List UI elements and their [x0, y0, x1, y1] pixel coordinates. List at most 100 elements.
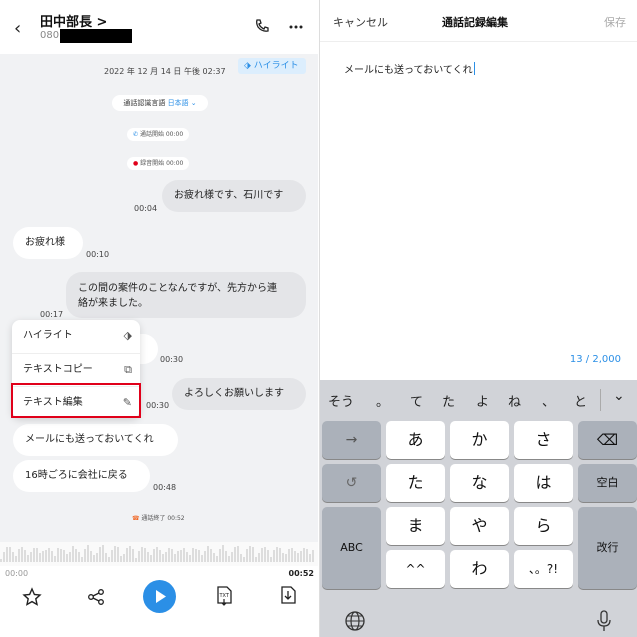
waveform-bar — [231, 552, 233, 562]
chevron-down-icon[interactable]: ⌄ — [613, 388, 625, 404]
message-bubble[interactable]: お疲れ様 — [13, 227, 83, 259]
waveform-bar — [60, 549, 62, 562]
waveform-bar — [273, 550, 275, 562]
chevron-down-icon: ⌄ — [190, 99, 197, 107]
message-bubble[interactable]: お疲れ様です、石川です — [162, 180, 306, 212]
waveform-bar — [237, 545, 239, 562]
waveform-bar — [138, 550, 140, 562]
more-icon[interactable] — [289, 25, 303, 29]
waveform-bar — [72, 546, 74, 562]
space-key[interactable]: 空白 — [578, 464, 637, 502]
menu-item-highlight[interactable]: ハイライト ⬗ — [12, 320, 140, 352]
message-bubble[interactable]: よろしくお願いします — [172, 378, 306, 410]
waveform-bar — [114, 546, 116, 562]
waveform-bar — [297, 553, 299, 562]
save-button[interactable]: 保存 — [604, 14, 626, 30]
waveform-bar — [177, 550, 179, 562]
phone-icon: ✆ — [133, 131, 139, 138]
kana-key[interactable]: あ — [386, 421, 445, 459]
tag-icon: ⬗ — [244, 61, 254, 71]
kana-key[interactable]: わ — [450, 550, 509, 588]
waveform-bar — [270, 557, 272, 562]
kana-key[interactable]: ら — [514, 507, 573, 545]
suggestion-item[interactable]: 、 — [542, 391, 555, 410]
message-bubble[interactable]: メールにも送っておいてくれ — [13, 424, 178, 456]
waveform-bar — [153, 548, 155, 562]
call-date: 2022 年 12 月 14 日 午後 02:37 — [104, 67, 226, 76]
waveform-bar — [267, 549, 269, 562]
highlight-badge-label: ハイライト — [253, 61, 299, 71]
waveform-bar — [306, 549, 308, 562]
suggestion-item[interactable]: と — [574, 391, 587, 410]
waveform-bar — [84, 549, 86, 562]
waveform-bar — [120, 556, 122, 562]
audio-waveform[interactable] — [0, 542, 318, 566]
contact-number: 080 — [40, 30, 60, 41]
message-bubble[interactable]: 16時ごろに会社に戻る — [13, 460, 150, 492]
cancel-button[interactable]: キャンセル — [333, 14, 388, 30]
waveform-bar — [105, 553, 107, 562]
message-bubble[interactable]: この間の案件のことなんですが、先方から連 絡が来ました。 — [66, 272, 306, 318]
highlight-badge[interactable]: ⬗ ハイライト — [238, 58, 306, 74]
phone-icon[interactable] — [254, 18, 270, 34]
waveform-bar — [18, 549, 20, 562]
back-icon[interactable]: ‹ — [14, 18, 30, 39]
emoticon-key[interactable]: ^^ — [386, 550, 445, 588]
share-icon[interactable] — [86, 587, 106, 607]
suggestion-item[interactable]: よ — [476, 391, 489, 410]
globe-icon[interactable] — [344, 610, 366, 632]
waveform-bar — [192, 547, 194, 562]
waveform-bar — [258, 553, 260, 562]
microphone-icon[interactable] — [596, 609, 612, 633]
export-audio-icon[interactable] — [278, 585, 298, 607]
menu-item-copy[interactable]: テキストコピー ⧉ — [12, 353, 140, 385]
star-icon[interactable] — [22, 587, 42, 607]
punctuation-key[interactable]: 、。?! — [514, 550, 573, 588]
waveform-bar — [81, 556, 83, 562]
waveform-bar — [252, 547, 254, 562]
phone-end-icon: ☎ — [132, 515, 140, 522]
waveform-bar — [303, 548, 305, 562]
redaction-bar — [60, 29, 132, 43]
contact-name[interactable]: 田中部長 > — [40, 11, 107, 30]
arrow-right-key[interactable]: → — [322, 421, 381, 459]
waveform-bar — [0, 559, 2, 562]
language-selector[interactable]: 通話認識言語 日本語 ⌄ — [112, 95, 208, 111]
waveform-bar — [39, 552, 41, 562]
language-label: 通話認識言語 — [123, 99, 166, 107]
waveform-bar — [45, 550, 47, 562]
backspace-key[interactable]: ⌫ — [578, 421, 637, 459]
waveform-bar — [162, 554, 164, 562]
abc-key[interactable]: ABC — [322, 507, 381, 589]
kana-key[interactable]: ま — [386, 507, 445, 545]
rec-start-event: ● 録音開始 00:00 — [127, 157, 190, 170]
kana-key[interactable]: は — [514, 464, 573, 502]
call-end-event: ☎ 通話終了 00:52 — [126, 512, 191, 525]
waveform-bar — [288, 548, 290, 562]
waveform-bar — [165, 551, 167, 562]
kana-key[interactable]: や — [450, 507, 509, 545]
edit-textarea[interactable]: メールにも送っておいてくれ — [344, 61, 475, 76]
suggestion-item[interactable]: 。 — [376, 391, 389, 410]
suggestion-item[interactable]: そう — [328, 391, 354, 410]
undo-key[interactable]: ↺ — [322, 464, 381, 502]
enter-key[interactable]: 改行 — [578, 507, 637, 589]
suggestion-item[interactable]: た — [442, 391, 455, 410]
waveform-bar — [69, 552, 71, 562]
waveform-bar — [204, 551, 206, 562]
export-txt-icon[interactable]: TXT — [214, 585, 234, 607]
waveform-bar — [27, 554, 29, 562]
play-button[interactable] — [143, 580, 176, 613]
waveform-bar — [246, 549, 248, 562]
waveform-bar — [135, 558, 137, 562]
waveform-bar — [264, 546, 266, 562]
waveform-bar — [63, 549, 65, 562]
kana-key[interactable]: さ — [514, 421, 573, 459]
suggestion-item[interactable]: て — [410, 391, 423, 410]
kana-key[interactable]: か — [450, 421, 509, 459]
waveform-bar — [33, 548, 35, 562]
kana-key[interactable]: な — [450, 464, 509, 502]
waveform-bar — [174, 553, 176, 562]
suggestion-item[interactable]: ね — [508, 391, 521, 410]
kana-key[interactable]: た — [386, 464, 445, 502]
